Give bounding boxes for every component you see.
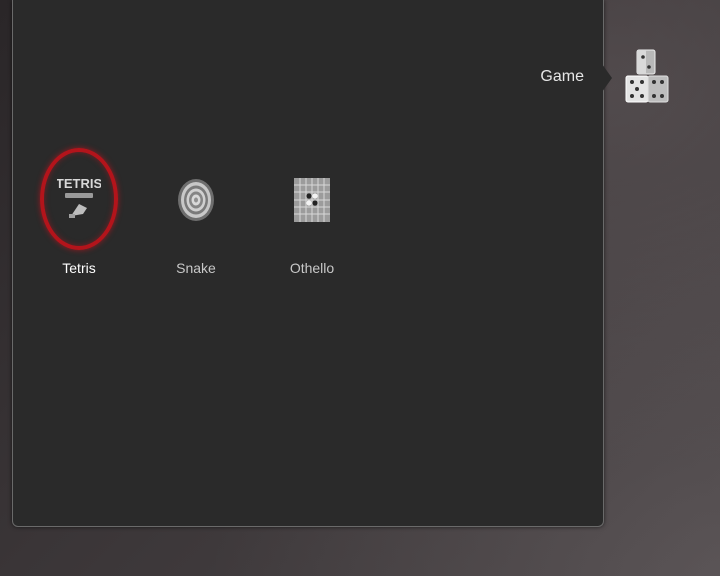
game-item-label: Snake [176, 260, 216, 276]
tetris-icon: TETRIS [56, 174, 102, 224]
game-item-snake[interactable]: Snake [146, 148, 246, 280]
othello-board-icon [294, 178, 330, 222]
panel-pointer [602, 64, 612, 92]
menu-title: Game [540, 68, 584, 85]
dice-icon [624, 48, 670, 106]
game-item-label: Tetris [62, 260, 96, 276]
snake-spiral-icon [176, 178, 216, 222]
game-item-othello[interactable]: Othello [262, 148, 362, 280]
game-item-label: Othello [289, 260, 335, 276]
game-item-tetris[interactable]: TETRIS Tetris [29, 148, 129, 280]
tetris-logo-text: TETRIS [57, 176, 101, 191]
